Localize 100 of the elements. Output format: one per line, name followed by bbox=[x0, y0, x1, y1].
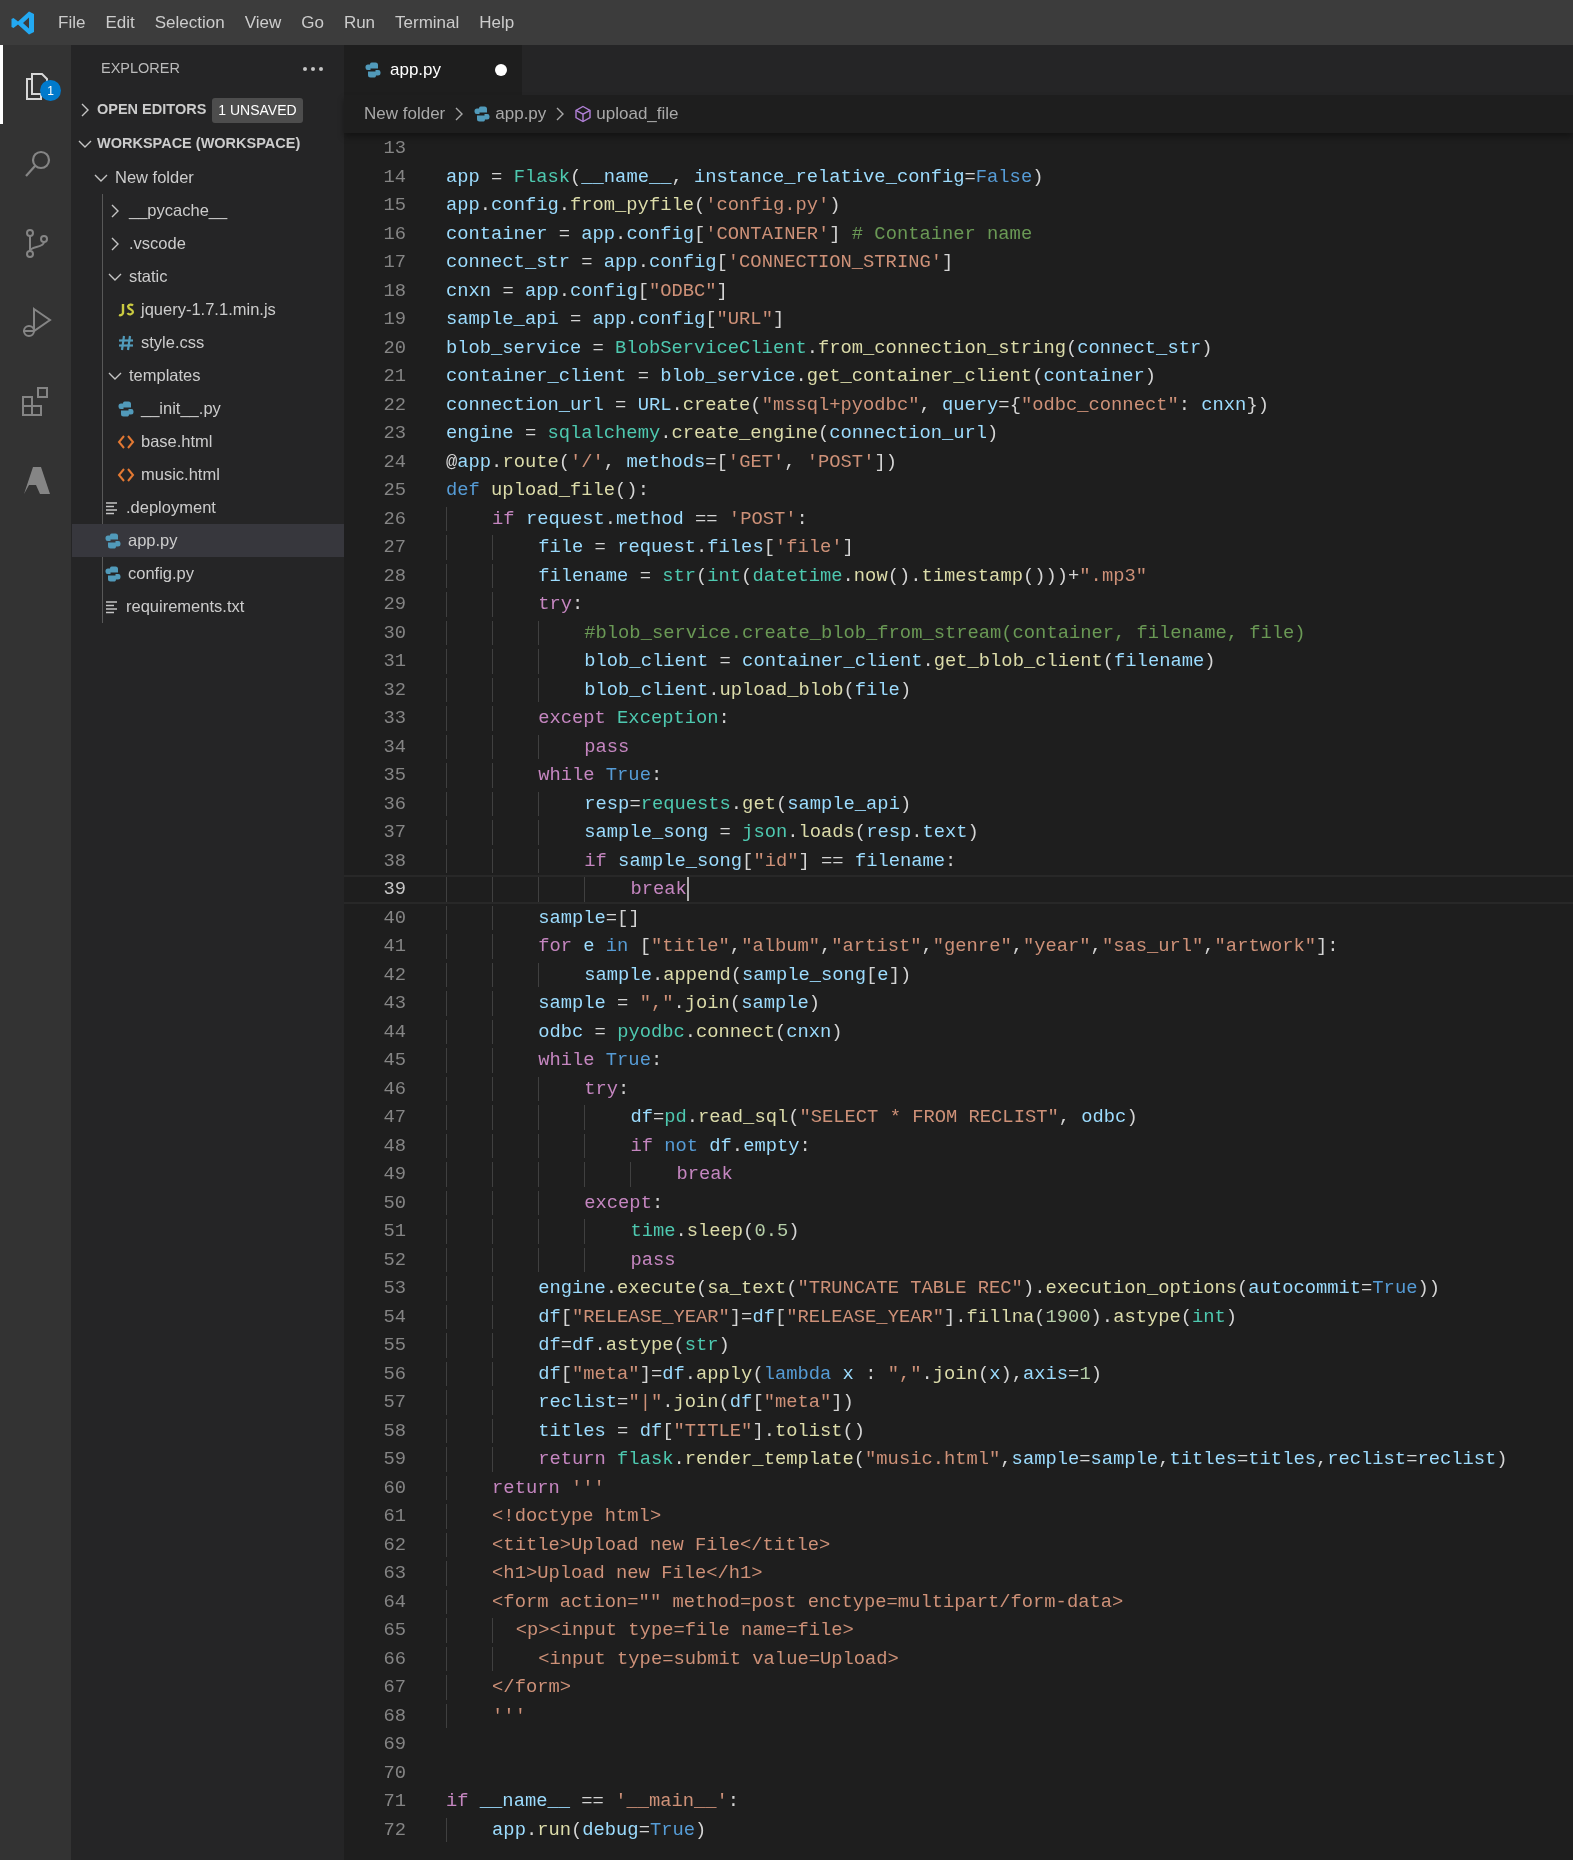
line-number: 37 bbox=[382, 820, 406, 846]
tree-item[interactable]: .deployment bbox=[72, 491, 344, 524]
line-number: 55 bbox=[382, 1333, 406, 1359]
code-line: return ''' bbox=[446, 1475, 605, 1500]
code-line: if sample_song["id"] == filename: bbox=[446, 848, 957, 873]
tree-item[interactable]: static bbox=[72, 260, 344, 293]
line-number: 58 bbox=[382, 1418, 406, 1444]
line-number: 16 bbox=[382, 221, 406, 247]
line-number: 65 bbox=[382, 1618, 406, 1644]
code-line: resp=requests.get(sample_api) bbox=[446, 791, 912, 816]
tree-item[interactable]: .vscode bbox=[72, 227, 344, 260]
python-icon bbox=[473, 105, 492, 123]
tree-item[interactable]: templates bbox=[72, 359, 344, 392]
line-number: 53 bbox=[382, 1276, 406, 1302]
line-number: 32 bbox=[382, 677, 406, 703]
line-number: 67 bbox=[382, 1675, 406, 1701]
unsaved-badge: 1 UNSAVED bbox=[212, 97, 303, 123]
code-line: break bbox=[446, 1162, 733, 1187]
line-number: 49 bbox=[382, 1162, 406, 1188]
code-line: for e in ["title","album","artist","genre","year","sas_url","artwork"]: bbox=[446, 934, 1339, 959]
line-number: 19 bbox=[382, 307, 406, 333]
section-header[interactable]: WORKSPACE (WORKSPACE) bbox=[71, 127, 344, 161]
code-line: def upload_file(): bbox=[446, 478, 649, 503]
code-line: <!doctype html> bbox=[446, 1504, 662, 1529]
code-line: while True: bbox=[446, 1048, 663, 1073]
menu-item[interactable]: Selection bbox=[144, 9, 235, 36]
python-icon bbox=[364, 61, 382, 79]
tree-item[interactable]: New folder bbox=[71, 161, 344, 194]
line-number: 50 bbox=[382, 1190, 406, 1216]
code-line: engine = sqlalchemy.create_engine(connection_url) bbox=[446, 421, 999, 446]
line-number: 66 bbox=[382, 1646, 406, 1672]
tree-item[interactable]: style.css bbox=[72, 326, 344, 359]
tree-item[interactable]: requirements.txt bbox=[72, 590, 344, 623]
code-line: filename = str(int(datetime.now().timestamp()))+".mp3" bbox=[446, 563, 1147, 588]
line-number: 40 bbox=[382, 905, 406, 931]
python-icon bbox=[117, 399, 135, 418]
code-line: except: bbox=[446, 1190, 664, 1215]
code-line: <h1>Upload new File</h1> bbox=[446, 1561, 763, 1586]
line-number: 14 bbox=[382, 164, 406, 190]
code-line: connection_url = URL.create("mssql+pyodbc", query={"odbc_connect": cnxn}) bbox=[446, 392, 1269, 417]
line-number: 43 bbox=[382, 991, 406, 1017]
js-file-icon bbox=[117, 300, 135, 319]
breadcrumb-item[interactable]: upload_file bbox=[574, 101, 679, 127]
breadcrumb-item[interactable]: New folder bbox=[364, 101, 446, 127]
line-number: 69 bbox=[382, 1732, 406, 1758]
line-number: 56 bbox=[382, 1361, 406, 1387]
line-number: 30 bbox=[382, 620, 406, 646]
code-line: @app.route('/', methods=['GET', 'POST']) bbox=[446, 449, 897, 474]
line-number: 61 bbox=[382, 1504, 406, 1530]
menu-item[interactable]: Help bbox=[469, 9, 525, 36]
line-number: 31 bbox=[382, 649, 406, 675]
text-file-icon bbox=[104, 598, 120, 615]
line-number: 35 bbox=[382, 763, 406, 789]
vscode-logo-icon bbox=[10, 9, 36, 36]
code-line: <form action="" method=post enctype=multipart/form-data> bbox=[446, 1589, 1124, 1614]
code-line: break bbox=[446, 877, 687, 902]
line-number: 17 bbox=[382, 250, 406, 276]
menu-item[interactable]: Edit bbox=[95, 9, 145, 36]
run-debug-icon bbox=[20, 304, 54, 339]
line-number: 63 bbox=[382, 1561, 406, 1587]
section-header[interactable]: OPEN EDITORS bbox=[71, 93, 207, 127]
menu-item[interactable]: View bbox=[234, 9, 292, 36]
line-number: 26 bbox=[382, 506, 406, 532]
code-line: app = Flask(__name__, instance_relative_config=False) bbox=[446, 164, 1044, 189]
line-number: 45 bbox=[382, 1048, 406, 1074]
python-icon bbox=[104, 564, 122, 583]
menu-item[interactable]: File bbox=[48, 9, 96, 36]
tree-item[interactable]: __init__.py bbox=[72, 392, 344, 425]
tree-item[interactable]: music.html bbox=[72, 458, 344, 491]
more-icon[interactable] bbox=[302, 66, 324, 72]
line-number: 62 bbox=[382, 1532, 406, 1558]
menu-item[interactable]: Terminal bbox=[385, 9, 470, 36]
tree-item[interactable]: base.html bbox=[72, 425, 344, 458]
code-line: app.config.from_pyfile('config.py') bbox=[446, 193, 841, 218]
code-line: container = app.config['CONTAINER'] # Container name bbox=[446, 221, 1033, 246]
line-number: 13 bbox=[382, 136, 406, 162]
code-line: file = request.files['file'] bbox=[446, 535, 854, 560]
tree-item[interactable]: __pycache__ bbox=[72, 194, 344, 227]
code-line: sample = ",".join(sample) bbox=[446, 991, 821, 1016]
menu-item[interactable]: Go bbox=[291, 9, 334, 36]
line-number: 29 bbox=[382, 592, 406, 618]
code-line: sample_song = json.loads(resp.text) bbox=[446, 820, 979, 845]
editor-tab[interactable]: app.py bbox=[344, 45, 522, 95]
line-number: 36 bbox=[382, 791, 406, 817]
breadcrumb-item[interactable]: app.py bbox=[473, 101, 547, 127]
line-number: 21 bbox=[382, 364, 406, 390]
line-number: 47 bbox=[382, 1105, 406, 1131]
tree-item[interactable]: app.py bbox=[72, 524, 344, 557]
code-line: try: bbox=[446, 1076, 630, 1101]
code-line: odbc = pyodbc.connect(cnxn) bbox=[446, 1019, 843, 1044]
line-number: 24 bbox=[382, 449, 406, 475]
tree-item[interactable]: jquery-1.7.1.min.js bbox=[72, 293, 344, 326]
line-number: 54 bbox=[382, 1304, 406, 1330]
code-line: if request.method == 'POST': bbox=[446, 506, 808, 531]
menu-item[interactable]: Run bbox=[333, 9, 386, 36]
tree-item[interactable]: config.py bbox=[72, 557, 344, 590]
line-number: 15 bbox=[382, 193, 406, 219]
line-number: 51 bbox=[382, 1219, 406, 1245]
code-line: sample.append(sample_song[e]) bbox=[446, 962, 912, 987]
explorer-title: EXPLORER bbox=[101, 59, 180, 79]
